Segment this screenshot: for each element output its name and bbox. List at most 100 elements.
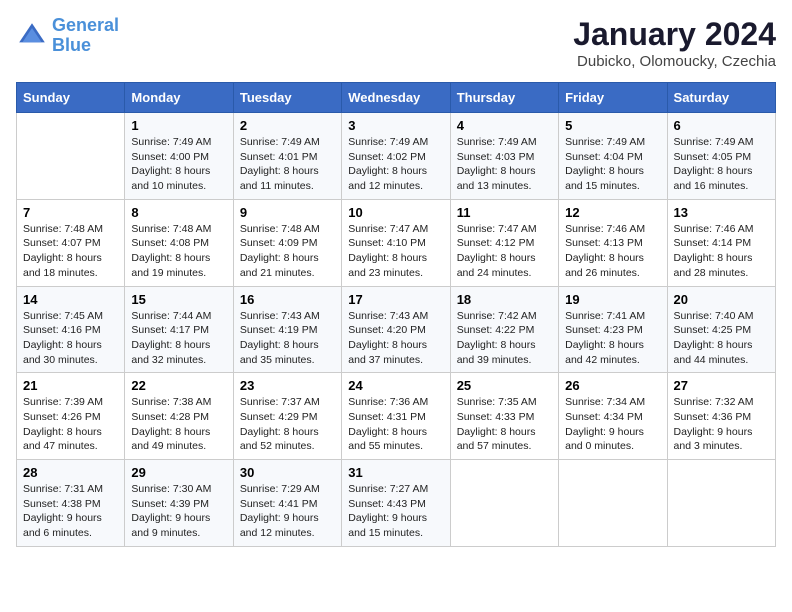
day-number: 7 xyxy=(23,205,118,220)
day-info: Sunrise: 7:49 AMSunset: 4:01 PMDaylight:… xyxy=(240,135,335,194)
week-row-4: 21 Sunrise: 7:39 AMSunset: 4:26 PMDayligh… xyxy=(17,373,776,460)
day-number: 5 xyxy=(565,118,660,133)
day-cell: 20Sunrise: 7:40 AMSunset: 4:25 PMDayligh… xyxy=(667,286,775,373)
header-cell-saturday: Saturday xyxy=(667,83,775,113)
day-cell: 12 Sunrise: 7:46 AMSunset: 4:13 PMDayligh… xyxy=(559,199,667,286)
day-number: 9 xyxy=(240,205,335,220)
day-info: Sunrise: 7:32 AMSunset: 4:36 PMDaylight:… xyxy=(674,395,769,454)
day-cell: 5 Sunrise: 7:49 AMSunset: 4:04 PMDaylight… xyxy=(559,113,667,200)
day-info: Sunrise: 7:49 AMSunset: 4:03 PMDaylight:… xyxy=(457,135,552,194)
day-cell: 15 Sunrise: 7:44 AMSunset: 4:17 PMDayligh… xyxy=(125,286,233,373)
logo-line1: General xyxy=(52,15,119,35)
day-info: Sunrise: 7:30 AMSunset: 4:39 PMDaylight:… xyxy=(131,482,226,541)
day-cell: 27 Sunrise: 7:32 AMSunset: 4:36 PMDayligh… xyxy=(667,373,775,460)
day-cell: 21 Sunrise: 7:39 AMSunset: 4:26 PMDayligh… xyxy=(17,373,125,460)
day-info: Sunrise: 7:37 AMSunset: 4:29 PMDaylight:… xyxy=(240,395,335,454)
logo-icon xyxy=(16,20,48,52)
day-cell: 14Sunrise: 7:45 AMSunset: 4:16 PMDayligh… xyxy=(17,286,125,373)
day-number: 11 xyxy=(457,205,552,220)
day-info: Sunrise: 7:48 AMSunset: 4:08 PMDaylight:… xyxy=(131,222,226,281)
day-cell: 10 Sunrise: 7:47 AMSunset: 4:10 PMDayligh… xyxy=(342,199,450,286)
day-info: Sunrise: 7:49 AMSunset: 4:04 PMDaylight:… xyxy=(565,135,660,194)
day-number: 31 xyxy=(348,465,443,480)
day-cell: 13Sunrise: 7:46 AMSunset: 4:14 PMDayligh… xyxy=(667,199,775,286)
day-cell xyxy=(559,460,667,547)
day-number: 8 xyxy=(131,205,226,220)
day-info: Sunrise: 7:36 AMSunset: 4:31 PMDaylight:… xyxy=(348,395,443,454)
day-cell xyxy=(17,113,125,200)
day-cell: 28 Sunrise: 7:31 AMSunset: 4:38 PMDayligh… xyxy=(17,460,125,547)
day-cell: 11Sunrise: 7:47 AMSunset: 4:12 PMDayligh… xyxy=(450,199,558,286)
title-block: January 2024 Dubicko, Olomoucky, Czechia xyxy=(573,16,776,70)
day-number: 12 xyxy=(565,205,660,220)
day-number: 16 xyxy=(240,292,335,307)
day-info: Sunrise: 7:38 AMSunset: 4:28 PMDaylight:… xyxy=(131,395,226,454)
day-number: 23 xyxy=(240,378,335,393)
day-info: Sunrise: 7:41 AMSunset: 4:23 PMDaylight:… xyxy=(565,309,660,368)
day-info: Sunrise: 7:31 AMSunset: 4:38 PMDaylight:… xyxy=(23,482,118,541)
day-number: 14 xyxy=(23,292,118,307)
day-number: 24 xyxy=(348,378,443,393)
day-number: 2 xyxy=(240,118,335,133)
header-cell-tuesday: Tuesday xyxy=(233,83,341,113)
day-cell: 22 Sunrise: 7:38 AMSunset: 4:28 PMDayligh… xyxy=(125,373,233,460)
day-cell: 4 Sunrise: 7:49 AMSunset: 4:03 PMDaylight… xyxy=(450,113,558,200)
day-number: 22 xyxy=(131,378,226,393)
day-info: Sunrise: 7:49 AMSunset: 4:02 PMDaylight:… xyxy=(348,135,443,194)
header-cell-wednesday: Wednesday xyxy=(342,83,450,113)
subtitle: Dubicko, Olomoucky, Czechia xyxy=(573,53,776,70)
day-info: Sunrise: 7:46 AMSunset: 4:14 PMDaylight:… xyxy=(674,222,769,281)
day-cell: 25Sunrise: 7:35 AMSunset: 4:33 PMDayligh… xyxy=(450,373,558,460)
day-cell: 23 Sunrise: 7:37 AMSunset: 4:29 PMDayligh… xyxy=(233,373,341,460)
calendar-header: SundayMondayTuesdayWednesdayThursdayFrid… xyxy=(17,83,776,113)
day-number: 26 xyxy=(565,378,660,393)
day-info: Sunrise: 7:46 AMSunset: 4:13 PMDaylight:… xyxy=(565,222,660,281)
day-cell: 17Sunrise: 7:43 AMSunset: 4:20 PMDayligh… xyxy=(342,286,450,373)
day-info: Sunrise: 7:49 AMSunset: 4:05 PMDaylight:… xyxy=(674,135,769,194)
header-cell-friday: Friday xyxy=(559,83,667,113)
day-cell: 24 Sunrise: 7:36 AMSunset: 4:31 PMDayligh… xyxy=(342,373,450,460)
day-cell: 9Sunrise: 7:48 AMSunset: 4:09 PMDaylight… xyxy=(233,199,341,286)
day-number: 15 xyxy=(131,292,226,307)
week-row-5: 28 Sunrise: 7:31 AMSunset: 4:38 PMDayligh… xyxy=(17,460,776,547)
day-number: 28 xyxy=(23,465,118,480)
week-row-2: 7 Sunrise: 7:48 AMSunset: 4:07 PMDaylight… xyxy=(17,199,776,286)
day-info: Sunrise: 7:48 AMSunset: 4:07 PMDaylight:… xyxy=(23,222,118,281)
day-number: 4 xyxy=(457,118,552,133)
day-info: Sunrise: 7:42 AMSunset: 4:22 PMDaylight:… xyxy=(457,309,552,368)
day-cell: 19Sunrise: 7:41 AMSunset: 4:23 PMDayligh… xyxy=(559,286,667,373)
day-number: 25 xyxy=(457,378,552,393)
header-cell-monday: Monday xyxy=(125,83,233,113)
day-cell: 16Sunrise: 7:43 AMSunset: 4:19 PMDayligh… xyxy=(233,286,341,373)
day-info: Sunrise: 7:49 AMSunset: 4:00 PMDaylight:… xyxy=(131,135,226,194)
logo: General Blue xyxy=(16,16,119,56)
day-number: 27 xyxy=(674,378,769,393)
day-number: 18 xyxy=(457,292,552,307)
day-cell: 18 Sunrise: 7:42 AMSunset: 4:22 PMDayligh… xyxy=(450,286,558,373)
header-row: SundayMondayTuesdayWednesdayThursdayFrid… xyxy=(17,83,776,113)
day-cell: 26Sunrise: 7:34 AMSunset: 4:34 PMDayligh… xyxy=(559,373,667,460)
page-header: General Blue January 2024 Dubicko, Olomo… xyxy=(16,16,776,70)
day-cell: 6Sunrise: 7:49 AMSunset: 4:05 PMDaylight… xyxy=(667,113,775,200)
day-cell: 29 Sunrise: 7:30 AMSunset: 4:39 PMDayligh… xyxy=(125,460,233,547)
day-number: 10 xyxy=(348,205,443,220)
day-number: 17 xyxy=(348,292,443,307)
week-row-3: 14Sunrise: 7:45 AMSunset: 4:16 PMDayligh… xyxy=(17,286,776,373)
day-info: Sunrise: 7:47 AMSunset: 4:10 PMDaylight:… xyxy=(348,222,443,281)
day-info: Sunrise: 7:40 AMSunset: 4:25 PMDaylight:… xyxy=(674,309,769,368)
day-cell: 2 Sunrise: 7:49 AMSunset: 4:01 PMDaylight… xyxy=(233,113,341,200)
calendar-table: SundayMondayTuesdayWednesdayThursdayFrid… xyxy=(16,82,776,547)
day-cell xyxy=(450,460,558,547)
day-cell: 30Sunrise: 7:29 AMSunset: 4:41 PMDayligh… xyxy=(233,460,341,547)
day-cell xyxy=(667,460,775,547)
day-number: 21 xyxy=(23,378,118,393)
day-info: Sunrise: 7:44 AMSunset: 4:17 PMDaylight:… xyxy=(131,309,226,368)
day-number: 1 xyxy=(131,118,226,133)
day-number: 29 xyxy=(131,465,226,480)
logo-line2: Blue xyxy=(52,35,91,55)
week-row-1: 1 Sunrise: 7:49 AMSunset: 4:00 PMDaylight… xyxy=(17,113,776,200)
day-info: Sunrise: 7:39 AMSunset: 4:26 PMDaylight:… xyxy=(23,395,118,454)
main-title: January 2024 xyxy=(573,16,776,53)
day-cell: 31Sunrise: 7:27 AMSunset: 4:43 PMDayligh… xyxy=(342,460,450,547)
day-cell: 8 Sunrise: 7:48 AMSunset: 4:08 PMDaylight… xyxy=(125,199,233,286)
